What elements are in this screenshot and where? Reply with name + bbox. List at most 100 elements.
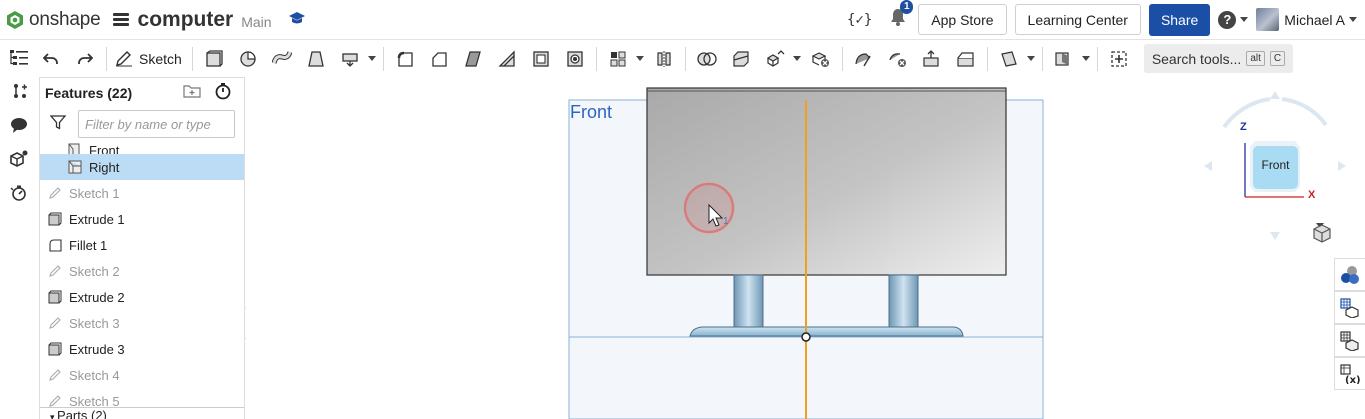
undo-icon[interactable] bbox=[38, 45, 64, 73]
modify-fillet-icon[interactable] bbox=[851, 45, 877, 73]
boolean-icon[interactable] bbox=[694, 45, 720, 73]
list-item[interactable]: Right bbox=[40, 154, 244, 180]
share-button[interactable]: Share bbox=[1148, 3, 1211, 36]
cursor-tag: 1 bbox=[723, 216, 729, 227]
variables-icon[interactable]: {✓} bbox=[847, 12, 872, 28]
chevron-down-icon[interactable] bbox=[1024, 56, 1035, 61]
split-icon[interactable] bbox=[728, 45, 754, 73]
list-item[interactable]: Extrude 2 bbox=[40, 284, 244, 310]
feature-tree: Front Right Sketch 1 Extrude 1 Fillet 1 … bbox=[40, 140, 244, 414]
onshape-logo-icon bbox=[7, 10, 23, 29]
plane-icon[interactable] bbox=[996, 45, 1022, 73]
arrow-down-icon[interactable] bbox=[1270, 232, 1280, 240]
rollback-stopwatch-icon[interactable] bbox=[214, 82, 232, 105]
view-cube-face-label: Front bbox=[1261, 158, 1290, 172]
list-item[interactable]: Front bbox=[40, 140, 244, 154]
origin-point[interactable] bbox=[801, 332, 811, 342]
draft-icon[interactable] bbox=[460, 45, 486, 73]
app-store-button[interactable]: App Store bbox=[918, 4, 1007, 35]
onshape-logo[interactable]: onshape bbox=[6, 9, 101, 31]
chevron-down-icon[interactable] bbox=[790, 56, 801, 61]
sweep-icon[interactable] bbox=[269, 45, 295, 73]
feature-list-icon[interactable] bbox=[0, 40, 38, 74]
variable-table-icon[interactable]: (x) bbox=[1334, 357, 1365, 390]
tree-item-label: Extrude 1 bbox=[69, 211, 125, 227]
view-options-menu[interactable] bbox=[1312, 223, 1331, 243]
chevron-down-icon[interactable] bbox=[633, 56, 644, 61]
feature-filter-input[interactable] bbox=[78, 110, 235, 138]
parts-status-icon[interactable] bbox=[0, 142, 38, 176]
rib-icon[interactable] bbox=[494, 45, 520, 73]
revolve-icon[interactable] bbox=[235, 45, 261, 73]
thicken-icon[interactable] bbox=[337, 45, 363, 73]
delete-part-icon[interactable] bbox=[808, 45, 834, 73]
document-title[interactable]: computer bbox=[138, 8, 234, 32]
notifications-bell-icon[interactable]: 1 bbox=[890, 0, 914, 31]
left-icon-rail bbox=[0, 40, 38, 419]
list-item[interactable]: Extrude 3 bbox=[40, 336, 244, 362]
help-menu[interactable]: ? bbox=[1218, 10, 1249, 29]
monitor-screen-body[interactable] bbox=[646, 87, 1007, 276]
filter-icon[interactable] bbox=[49, 114, 67, 135]
mass-properties-icon[interactable] bbox=[1334, 291, 1365, 324]
tree-item-label: Right bbox=[89, 159, 120, 175]
delete-face-icon[interactable] bbox=[885, 45, 911, 73]
view-cube[interactable]: Front Z X bbox=[1200, 91, 1350, 241]
list-item[interactable]: Sketch 4 bbox=[40, 362, 244, 388]
graduation-cap-icon[interactable] bbox=[288, 11, 306, 29]
appearance-icon[interactable] bbox=[1334, 258, 1365, 291]
extrude-icon bbox=[47, 341, 63, 357]
loft-icon[interactable] bbox=[303, 45, 329, 73]
hole-icon[interactable] bbox=[562, 45, 588, 73]
arrow-up-icon[interactable] bbox=[1270, 91, 1280, 99]
help-icon: ? bbox=[1218, 10, 1237, 29]
chevron-down-icon[interactable] bbox=[1079, 56, 1090, 61]
add-folder-icon[interactable] bbox=[182, 83, 202, 104]
z-axis-label: Z bbox=[1240, 121, 1247, 133]
transform-icon[interactable] bbox=[762, 45, 788, 73]
instance-add-icon[interactable] bbox=[0, 74, 38, 108]
extrude-icon[interactable] bbox=[201, 45, 227, 73]
list-item[interactable]: Extrude 1 bbox=[40, 206, 244, 232]
list-item[interactable]: Sketch 1 bbox=[40, 180, 244, 206]
chevron-down-icon[interactable] bbox=[365, 56, 376, 61]
tree-item-label: Sketch 1 bbox=[69, 185, 120, 201]
list-item[interactable]: Sketch 2 bbox=[40, 258, 244, 284]
arrow-right-icon[interactable] bbox=[1338, 161, 1346, 171]
history-stopwatch-icon[interactable] bbox=[0, 176, 38, 210]
branch-name[interactable]: Main bbox=[241, 14, 271, 30]
main-menu-icon[interactable] bbox=[112, 11, 129, 28]
tree-item-label: Sketch 2 bbox=[69, 263, 120, 279]
list-item[interactable]: Sketch 3 bbox=[40, 310, 244, 336]
comments-icon[interactable] bbox=[0, 108, 38, 142]
parts-list-header[interactable]: ▾ Parts (2) bbox=[40, 407, 244, 419]
replace-face-icon[interactable] bbox=[953, 45, 979, 73]
top-bar: onshape computer Main {✓} 1 App Store Le… bbox=[0, 0, 1365, 40]
graphics-viewport[interactable]: Front 1 Front Z X bbox=[246, 77, 1365, 419]
rotate-arc-left[interactable] bbox=[1222, 97, 1271, 129]
extrude-icon bbox=[47, 211, 63, 227]
section-view-icon[interactable] bbox=[1051, 45, 1077, 73]
sketch-button[interactable]: Sketch bbox=[115, 51, 182, 67]
redo-icon[interactable] bbox=[72, 45, 98, 73]
feature-toolbar: Sketch Search tools... alt C bbox=[38, 40, 1365, 77]
mirror-icon[interactable] bbox=[651, 45, 677, 73]
chamfer-icon[interactable] bbox=[426, 45, 452, 73]
search-tools-button[interactable]: Search tools... alt C bbox=[1143, 44, 1294, 73]
monitor-base[interactable] bbox=[689, 326, 964, 337]
shell-icon[interactable] bbox=[528, 45, 554, 73]
cube-view-icon bbox=[1313, 224, 1331, 243]
move-face-icon[interactable] bbox=[919, 45, 945, 73]
user-menu[interactable]: Michael A bbox=[1256, 8, 1357, 31]
list-item[interactable]: Fillet 1 bbox=[40, 232, 244, 258]
monitor-leg-right[interactable] bbox=[888, 274, 919, 328]
rotate-arc-right[interactable] bbox=[1281, 97, 1328, 127]
monitor-leg-left[interactable] bbox=[733, 274, 764, 328]
configurations-icon[interactable] bbox=[1334, 324, 1365, 357]
pattern-icon[interactable] bbox=[605, 45, 631, 73]
model-canvas[interactable] bbox=[246, 77, 1365, 419]
arrow-left-icon[interactable] bbox=[1204, 161, 1212, 171]
fillet-icon[interactable] bbox=[392, 45, 418, 73]
learning-center-button[interactable]: Learning Center bbox=[1014, 4, 1141, 35]
custom-features-icon[interactable] bbox=[1106, 45, 1132, 73]
